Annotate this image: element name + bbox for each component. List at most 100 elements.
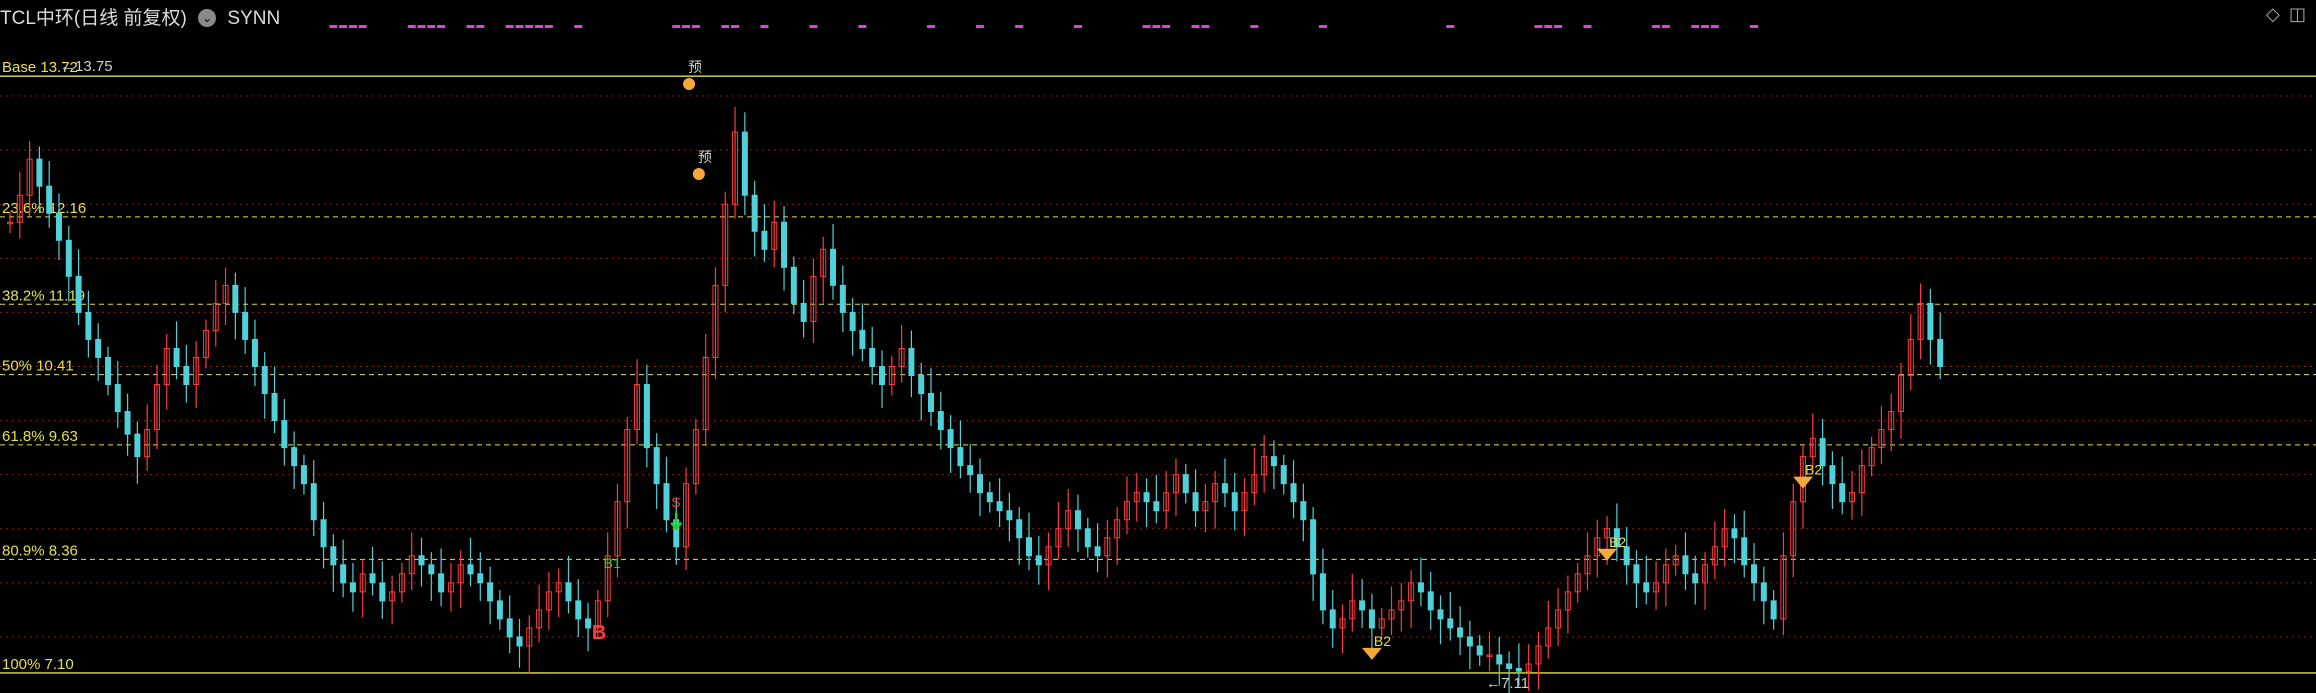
candle-body [1192, 492, 1199, 512]
signal-dash [858, 25, 867, 28]
candle-body [1310, 519, 1317, 575]
signal-dash [505, 25, 514, 28]
signal-dash [348, 25, 357, 28]
candle-body [261, 365, 268, 395]
candle-body [310, 483, 317, 521]
candle-body [340, 564, 347, 584]
candle-body [438, 573, 445, 593]
candle-body [957, 447, 964, 467]
fib-level-label: 100% 7.10 [2, 656, 74, 673]
signal-dash [1152, 25, 1161, 28]
candle-body [575, 600, 582, 620]
candle-body [879, 365, 886, 386]
sell-signal: S [1994, 0, 2003, 3]
candle-body [908, 347, 915, 377]
candle-body [428, 564, 435, 575]
candle-body [1751, 564, 1758, 584]
down-arrow-icon [670, 512, 683, 531]
buy2-signal: B2 [1805, 462, 1822, 478]
candle-body [967, 465, 974, 476]
candle-body [1839, 483, 1846, 503]
signal-dash [1250, 25, 1259, 28]
signal-dash [358, 25, 367, 28]
candle-body [173, 347, 180, 367]
signal-dash [1534, 25, 1543, 28]
fib-level-label: 38.2% 11.19 [2, 287, 85, 304]
candle-body [1319, 573, 1326, 611]
signal-dash [466, 25, 475, 28]
fib-level-label: 80.9% 8.36 [2, 542, 78, 559]
candle-body [977, 474, 983, 494]
candle-body [1457, 627, 1464, 638]
signal-dash [1710, 25, 1719, 28]
candle-body [320, 519, 327, 548]
signal-dash [1691, 25, 1700, 28]
warning-label: 预 [688, 59, 702, 75]
candle-body [114, 384, 121, 413]
candle-body [643, 384, 650, 449]
signal-dash [1191, 25, 1200, 28]
candle-body [1084, 528, 1091, 548]
candle-body [1760, 582, 1767, 602]
candle-body [1937, 338, 1944, 367]
signal-dash [417, 25, 426, 28]
signal-dash [1652, 25, 1661, 28]
candle-body [1437, 609, 1444, 620]
signal-dash [760, 25, 769, 28]
candle-body [1368, 609, 1375, 629]
candle-body [1506, 663, 1513, 669]
signal-dash [691, 25, 700, 28]
candle-body [232, 284, 239, 313]
candle-body [751, 194, 758, 232]
candle-body [349, 582, 356, 593]
candle-body [467, 564, 474, 575]
candle-body [1300, 501, 1307, 521]
signal-dash [1318, 25, 1327, 28]
buy2-marker-icon [1361, 647, 1382, 660]
candle-body [1006, 510, 1013, 521]
signal-dash [515, 25, 524, 28]
candle-body [369, 573, 376, 584]
candle-body [418, 555, 425, 566]
signal-dash [1446, 25, 1455, 28]
candle-body [1153, 501, 1160, 512]
candle-body [839, 284, 846, 313]
buy1-signal: B1 [604, 555, 621, 571]
signal-dash [329, 25, 338, 28]
signal-dash [809, 25, 818, 28]
candlestick-chart[interactable]: Base 13.7223.6% 12.1638.2% 11.1950% 10.4… [0, 0, 2316, 693]
fib-level-label: 61.8% 9.63 [2, 428, 78, 445]
candle-body [496, 600, 503, 620]
candle-body [653, 447, 660, 485]
candle-body [849, 311, 856, 331]
candle-body [477, 573, 484, 584]
candle-body [1427, 591, 1434, 611]
period-high-label: ←13.75 [60, 58, 113, 75]
candle-body [790, 266, 797, 304]
candle-body [1633, 564, 1640, 584]
signal-dash [544, 25, 553, 28]
period-low-label: ←7.11 [1486, 675, 1529, 692]
candle-body [1025, 537, 1032, 557]
candle-body [1035, 555, 1042, 566]
candle-body [1016, 519, 1023, 539]
candle-body [1770, 600, 1777, 620]
candle-body [585, 618, 592, 629]
candle-body [1270, 456, 1277, 467]
candle-body [281, 420, 288, 449]
candle-body [1447, 618, 1454, 629]
signal-dash [427, 25, 436, 28]
candle-body [55, 212, 62, 241]
candle-body [1741, 537, 1748, 566]
candle-body [1496, 654, 1503, 665]
fib-level-label: 50% 10.41 [2, 358, 74, 375]
candle-body [1290, 483, 1297, 503]
signal-dash [535, 25, 544, 28]
candle-body [1221, 483, 1228, 494]
signal-dash [682, 25, 691, 28]
candle-body [565, 582, 572, 602]
candle-body [937, 411, 944, 431]
candle-body [300, 465, 307, 485]
candle-body [947, 429, 954, 449]
signal-dash [1162, 25, 1171, 28]
